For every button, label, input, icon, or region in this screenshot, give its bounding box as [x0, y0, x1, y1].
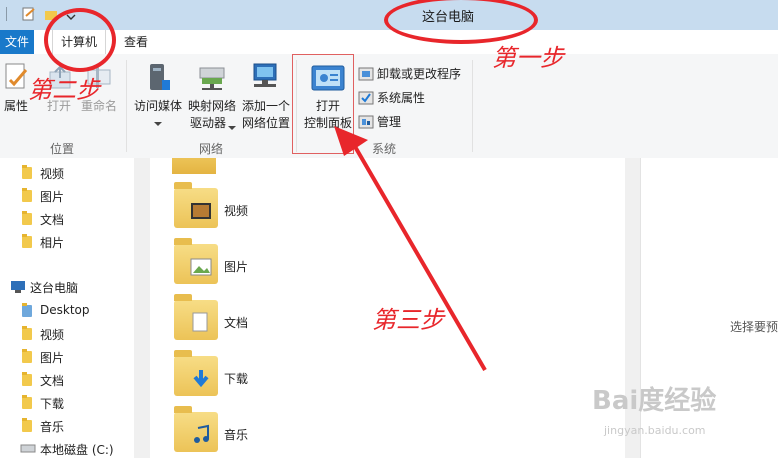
nav-item-documents[interactable]: 文档	[0, 208, 134, 230]
map-drive-icon	[196, 64, 230, 92]
group-label-location: 位置	[49, 142, 74, 156]
open-control-panel-line1[interactable]: 打开	[306, 98, 350, 115]
annotation-arrow	[334, 126, 487, 372]
folder-icon	[22, 211, 32, 225]
folder-label: 下载	[224, 372, 249, 386]
network-location-icon	[250, 62, 282, 92]
navigation-scrollbar[interactable]	[134, 158, 150, 458]
add-location-line2[interactable]: 网络位置	[238, 115, 294, 132]
folder-label: 文档	[224, 316, 249, 330]
tab-file[interactable]: 文件	[0, 30, 34, 54]
nav-item-pictures[interactable]: 图片	[0, 185, 134, 207]
folder-icon	[22, 418, 32, 432]
group-divider	[126, 60, 127, 152]
control-panel-icon	[310, 64, 346, 94]
nav-item-videos-pc[interactable]: 视频	[0, 323, 134, 345]
annotation-circle-computer-tab	[44, 8, 116, 72]
nav-item-label: 文档	[40, 213, 65, 227]
nav-item-label: 下载	[40, 397, 65, 411]
annotation-step1: 第一步	[492, 44, 564, 72]
media-server-icon	[144, 62, 172, 94]
folder-icon	[22, 234, 32, 248]
nav-item-label: 视频	[40, 328, 65, 342]
folder-icon	[22, 165, 32, 179]
map-drive-button-line2[interactable]: 驱动器	[184, 115, 232, 132]
watermark: Bai度经验	[592, 386, 717, 416]
annotation-step2: 第二步	[28, 76, 100, 104]
folder-icon	[22, 303, 32, 317]
add-location-line1[interactable]: 添加一个	[240, 98, 292, 115]
pictures-folder-icon	[174, 238, 218, 284]
nav-item-label: 音乐	[40, 420, 65, 434]
music-folder-icon	[174, 406, 218, 452]
group-label-network: 网络	[198, 142, 223, 156]
nav-item-label: 视频	[40, 167, 65, 181]
uninstall-label: 卸载或更改程序	[377, 67, 462, 81]
nav-item-label: 这台电脑	[30, 281, 79, 295]
nav-item-documents-pc[interactable]: 文档	[0, 369, 134, 391]
properties-icon	[2, 62, 30, 92]
nav-item-desktop[interactable]: Desktop	[0, 300, 134, 322]
nav-item-pictures-pc[interactable]: 图片	[0, 346, 134, 368]
downloads-folder-icon	[174, 350, 218, 396]
folder-icon	[22, 326, 32, 340]
computer-icon	[11, 281, 25, 293]
uninstall-icon	[358, 67, 374, 81]
system-properties-label: 系统属性	[377, 91, 426, 105]
videos-folder-icon	[174, 182, 218, 228]
map-drive-button-line1[interactable]: 映射网络	[184, 98, 240, 115]
nav-item-music[interactable]: 音乐	[0, 415, 134, 437]
nav-item-this-pc[interactable]: 这台电脑	[0, 276, 134, 298]
folder-icon	[22, 188, 32, 202]
access-media-button[interactable]: 访问媒体	[132, 98, 184, 115]
folder-icon	[22, 372, 32, 386]
tab-view[interactable]: 查看	[118, 30, 154, 54]
ribbon-tab-row	[0, 30, 778, 55]
uninstall-program-button[interactable]: 卸载或更改程序	[358, 64, 468, 84]
quick-access-divider	[4, 7, 18, 21]
folder-label: 音乐	[224, 428, 249, 442]
documents-folder-icon	[174, 294, 218, 340]
nav-item-photos[interactable]: 相片	[0, 231, 134, 253]
folder-icon	[22, 349, 32, 363]
chevron-down-icon[interactable]	[228, 120, 236, 134]
folder-label: 视频	[224, 204, 249, 218]
folder-icon	[22, 395, 32, 409]
nav-item-local-disk[interactable]: 本地磁盘 (C:)	[0, 438, 134, 458]
nav-item-videos[interactable]: 视频	[0, 162, 134, 184]
system-properties-button[interactable]: 系统属性	[358, 88, 438, 108]
folder-label: 图片	[224, 260, 249, 274]
drive-icon	[20, 444, 36, 453]
watermark-url: jingyan.baidu.com	[604, 424, 706, 437]
system-properties-icon	[358, 91, 374, 105]
properties-quick-icon[interactable]	[22, 7, 36, 21]
details-hint: 选择要预	[730, 320, 778, 334]
nav-item-label: Desktop	[40, 303, 90, 317]
chevron-down-icon[interactable]	[154, 116, 162, 130]
nav-item-downloads[interactable]: 下载	[0, 392, 134, 414]
nav-item-label: 图片	[40, 190, 65, 204]
nav-item-label: 图片	[40, 351, 65, 365]
folder-item-music[interactable]: 音乐	[170, 406, 370, 456]
folder-icon-partial	[172, 158, 216, 174]
nav-item-label: 文档	[40, 374, 65, 388]
nav-item-label: 相片	[40, 236, 65, 250]
nav-item-label: 本地磁盘 (C:)	[40, 443, 114, 457]
